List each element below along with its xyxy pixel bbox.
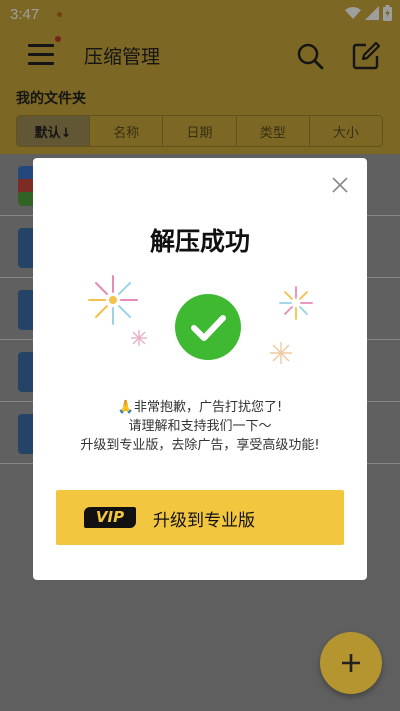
upgrade-button[interactable]: VIP 升级到专业版	[56, 490, 344, 545]
success-dialog: 解压成功 🙏非常抱歉，广告打扰您了! 请理解和支持我们一下～ 升级到专业版，去除…	[33, 158, 367, 580]
success-check-icon	[175, 294, 241, 360]
dialog-message: 🙏非常抱歉，广告打扰您了! 请理解和支持我们一下～ 升级到专业版，去除广告，享受…	[33, 398, 367, 455]
close-icon[interactable]	[331, 176, 349, 194]
dialog-title: 解压成功	[149, 227, 250, 256]
firework-icon	[131, 330, 147, 346]
vip-badge: VIP	[84, 507, 136, 528]
message-line: 🙏非常抱歉，广告打扰您了!	[117, 400, 283, 415]
message-line: 升级到专业版，去除广告，享受高级功能!	[80, 438, 320, 453]
firework-icon	[279, 286, 313, 320]
add-fab-button[interactable]	[320, 632, 382, 694]
upgrade-label: 升级到专业版	[153, 511, 255, 531]
message-line: 请理解和支持我们一下～	[128, 419, 272, 434]
firework-icon	[270, 342, 292, 364]
plus-icon	[342, 654, 360, 672]
firework-icon	[88, 275, 138, 325]
